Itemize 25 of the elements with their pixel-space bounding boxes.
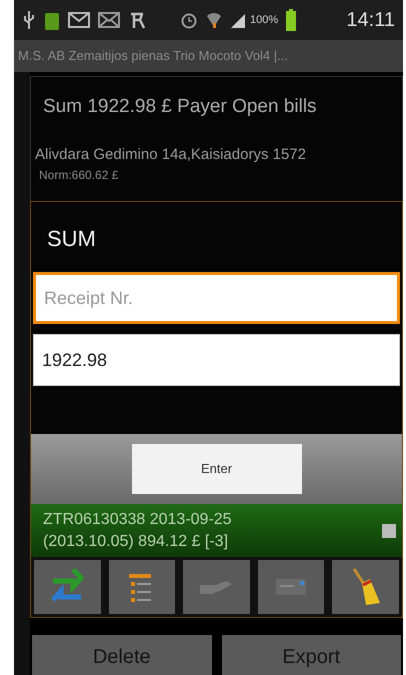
sync-button[interactable]: [34, 560, 101, 614]
alarm-icon: [180, 11, 198, 29]
checkbox[interactable]: [382, 524, 396, 538]
enter-button[interactable]: Enter: [132, 444, 302, 494]
wifi-icon: [206, 11, 222, 29]
battery-icon: [286, 9, 296, 31]
app-title: M.S. AB Zemaitijos pienas Trio Mocoto Vol4 |...: [18, 47, 288, 66]
input-field[interactable]: Receipt Nr.: [33, 272, 400, 324]
clock: 14:11: [346, 8, 395, 33]
clear-button[interactable]: [332, 560, 399, 614]
usb-icon: [22, 10, 36, 30]
list-button[interactable]: [108, 560, 176, 614]
battery-percentage: 100%: [250, 12, 278, 28]
dialog-title: SUM: [46, 225, 97, 253]
hand-button[interactable]: [183, 560, 250, 614]
bill-text: (2013.10.05) 894.12 £ [-3]: [43, 532, 230, 552]
bill-row[interactable]: ZTR06130338 2013-09-25 (2013.10.05) 894.12 £ [-3]: [31, 504, 402, 557]
bill-text: ZTR06130338 2013-09-25: [43, 510, 233, 530]
dialog-title: Sum 1922.98 £ Payer Open bills: [42, 95, 318, 119]
mail-icon: [68, 12, 90, 28]
input-field[interactable]: 1922.98: [33, 334, 400, 386]
mail-icon: [98, 12, 120, 28]
card-icon: [274, 577, 308, 597]
address-text: Alivdara Gedimino 14a,Kaisiadorys 1572: [34, 144, 307, 164]
norm-text: Norm:660.62 £: [38, 167, 120, 184]
